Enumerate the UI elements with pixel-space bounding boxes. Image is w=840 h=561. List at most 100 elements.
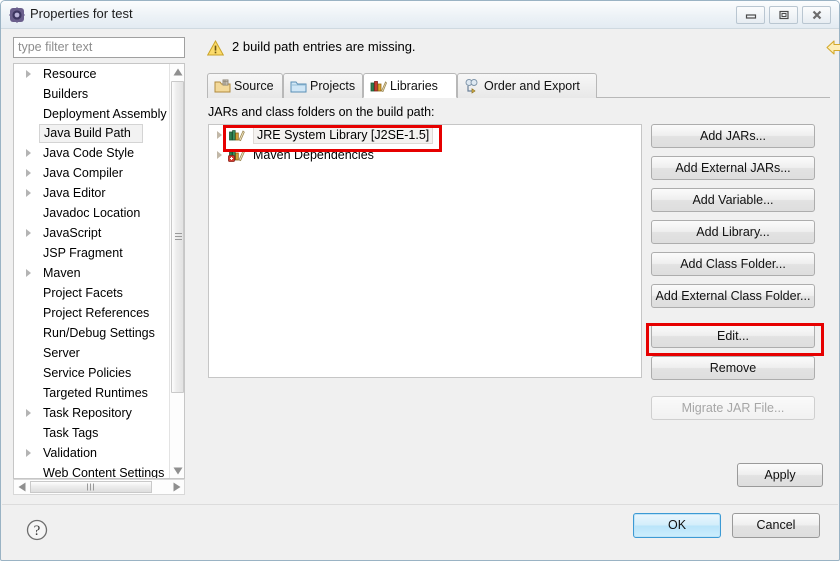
add-jars-button[interactable]: Add JARs...	[651, 124, 815, 148]
tab-projects[interactable]: Projects	[283, 73, 363, 98]
edit-button[interactable]: Edit...	[651, 324, 815, 348]
sidebar-item-maven[interactable]: Maven	[14, 263, 184, 283]
scroll-left-button[interactable]	[14, 480, 29, 494]
restore-button[interactable]	[769, 6, 798, 24]
sidebar-item-task-tags[interactable]: Task Tags	[14, 423, 184, 443]
scroll-up-button[interactable]	[170, 64, 184, 79]
minimize-button[interactable]	[736, 6, 765, 24]
tab-libraries[interactable]: Libraries	[363, 73, 457, 98]
help-question-icon[interactable]: ?	[23, 516, 51, 544]
tab-source[interactable]: Source	[207, 73, 283, 98]
sidebar-item-deployment-assembly[interactable]: Deployment Assembly	[14, 104, 184, 124]
sidebar-item-label: Maven	[43, 266, 81, 280]
add-class-folder-button[interactable]: Add Class Folder...	[651, 252, 815, 276]
sidebar-vertical-scrollbar[interactable]	[169, 64, 184, 478]
sidebar-item-label: Validation	[43, 446, 97, 460]
migrate-jar-file-button: Migrate JAR File...	[651, 396, 815, 420]
library-entry-label: Maven Dependencies	[253, 148, 374, 162]
sidebar-item-jsp-fragment[interactable]: JSP Fragment	[14, 243, 184, 263]
warning-icon	[206, 39, 225, 61]
settings-tree[interactable]: Resource Builders Deployment Assembly Java …	[13, 63, 185, 479]
sidebar-item-label: Java Editor	[43, 186, 106, 200]
add-variable-button[interactable]: Add Variable...	[651, 188, 815, 212]
expand-arrow-icon[interactable]	[26, 149, 31, 157]
sidebar-item-label: Web Content Settings	[43, 466, 165, 479]
settings-tree-list: Resource Builders Deployment Assembly Java …	[14, 64, 184, 479]
scroll-down-button[interactable]	[170, 463, 184, 478]
sidebar-item-service-policies[interactable]: Service Policies	[14, 363, 184, 383]
sidebar-item-label: Task Tags	[43, 426, 99, 440]
tab-order-and-export[interactable]: Order and Export	[457, 73, 597, 98]
sidebar-item-java-editor[interactable]: Java Editor	[14, 183, 184, 203]
library-entry[interactable]: Maven Dependencies	[209, 145, 641, 165]
list-caption: JARs and class folders on the build path…	[208, 105, 435, 119]
scroll-right-button[interactable]	[169, 480, 184, 494]
libraries-list[interactable]: JRE System Library [J2SE-1.5] Maven Depen…	[208, 124, 642, 378]
expand-arrow-icon[interactable]	[26, 189, 31, 197]
sidebar-item-java-code-style[interactable]: Java Code Style	[14, 143, 184, 163]
sidebar-item-javascript[interactable]: JavaScript	[14, 223, 184, 243]
sidebar-item-label: Service Policies	[43, 366, 132, 380]
sidebar-item-javadoc-location[interactable]: Javadoc Location	[14, 203, 184, 223]
add-external-class-folder-button[interactable]: Add External Class Folder...	[651, 284, 815, 308]
sidebar-item-builders[interactable]: Builders	[14, 84, 184, 104]
add-library-button[interactable]: Add Library...	[651, 220, 815, 244]
sidebar-item-label: Targeted Runtimes	[43, 386, 148, 400]
sidebar-horizontal-scrollbar[interactable]	[13, 479, 185, 495]
maven-library-icon	[228, 147, 245, 169]
sidebar-item-run-debug-settings[interactable]: Run/Debug Settings	[14, 323, 184, 343]
sidebar-item-label: Project Facets	[43, 286, 123, 300]
library-entry[interactable]: JRE System Library [J2SE-1.5]	[209, 125, 641, 145]
expand-arrow-icon[interactable]	[217, 131, 222, 139]
tab-projects-label: Projects	[310, 79, 356, 93]
sidebar-item-label: Task Repository	[43, 406, 132, 420]
tab-source-label: Source	[234, 79, 274, 93]
filter-input[interactable]: type filter text	[13, 37, 185, 58]
sidebar-item-java-compiler[interactable]: Java Compiler	[14, 163, 184, 183]
expand-arrow-icon[interactable]	[26, 409, 31, 417]
expand-arrow-icon[interactable]	[26, 70, 31, 78]
sidebar-item-label: Java Compiler	[43, 166, 123, 180]
properties-dialog: Properties for test type filter text Res…	[0, 0, 840, 561]
eclipse-properties-icon	[9, 7, 25, 23]
source-folder-icon	[214, 78, 231, 102]
sidebar-item-resource[interactable]: Resource	[14, 64, 184, 84]
sidebar-item-project-facets[interactable]: Project Facets	[14, 283, 184, 303]
sidebar-item-label: JSP Fragment	[43, 246, 123, 260]
window-title: Properties for test	[30, 6, 133, 21]
sidebar-item-web-content-settings[interactable]: Web Content Settings	[14, 463, 184, 479]
add-external-jars-button[interactable]: Add External JARs...	[651, 156, 815, 180]
sidebar-hscroll-thumb[interactable]	[30, 481, 152, 493]
libraries-books-icon	[370, 78, 387, 102]
sidebar-item-targeted-runtimes[interactable]: Targeted Runtimes	[14, 383, 184, 403]
expand-arrow-icon[interactable]	[26, 169, 31, 177]
remove-button[interactable]: Remove	[651, 356, 815, 380]
sidebar-item-label: Resource	[43, 67, 97, 81]
title-bar: Properties for test	[1, 1, 839, 29]
sidebar-item-label: Project References	[43, 306, 150, 320]
expand-arrow-icon[interactable]	[217, 151, 222, 159]
tab-bar: Source Projects Libraries Order and Expo…	[207, 73, 830, 98]
cancel-button[interactable]: Cancel	[732, 513, 820, 538]
expand-arrow-icon[interactable]	[26, 269, 31, 277]
sidebar-item-task-repository[interactable]: Task Repository	[14, 403, 184, 423]
sidebar-item-java-build-path[interactable]: Java Build Path	[39, 124, 143, 143]
sidebar-item-project-references[interactable]: Project References	[14, 303, 184, 323]
svg-text:?: ?	[34, 523, 41, 539]
ok-button[interactable]: OK	[633, 513, 721, 538]
sidebar-item-label: Javadoc Location	[43, 206, 141, 220]
sidebar-item-label: JavaScript	[43, 226, 102, 240]
sidebar-item-validation[interactable]: Validation	[14, 443, 184, 463]
tab-libraries-label: Libraries	[390, 79, 438, 93]
sidebar-scroll-thumb[interactable]	[171, 81, 184, 393]
sidebar-item-server[interactable]: Server	[14, 343, 184, 363]
close-button[interactable]	[802, 6, 831, 24]
order-export-icon	[464, 78, 481, 102]
expand-arrow-icon[interactable]	[26, 449, 31, 457]
apply-button[interactable]: Apply	[737, 463, 823, 487]
libraries-rows: JRE System Library [J2SE-1.5] Maven Depen…	[209, 125, 641, 165]
projects-folder-icon	[290, 78, 307, 102]
expand-arrow-icon[interactable]	[26, 229, 31, 237]
back-arrow-icon[interactable]	[826, 39, 840, 61]
sidebar-item-label: Java Code Style	[43, 146, 135, 160]
